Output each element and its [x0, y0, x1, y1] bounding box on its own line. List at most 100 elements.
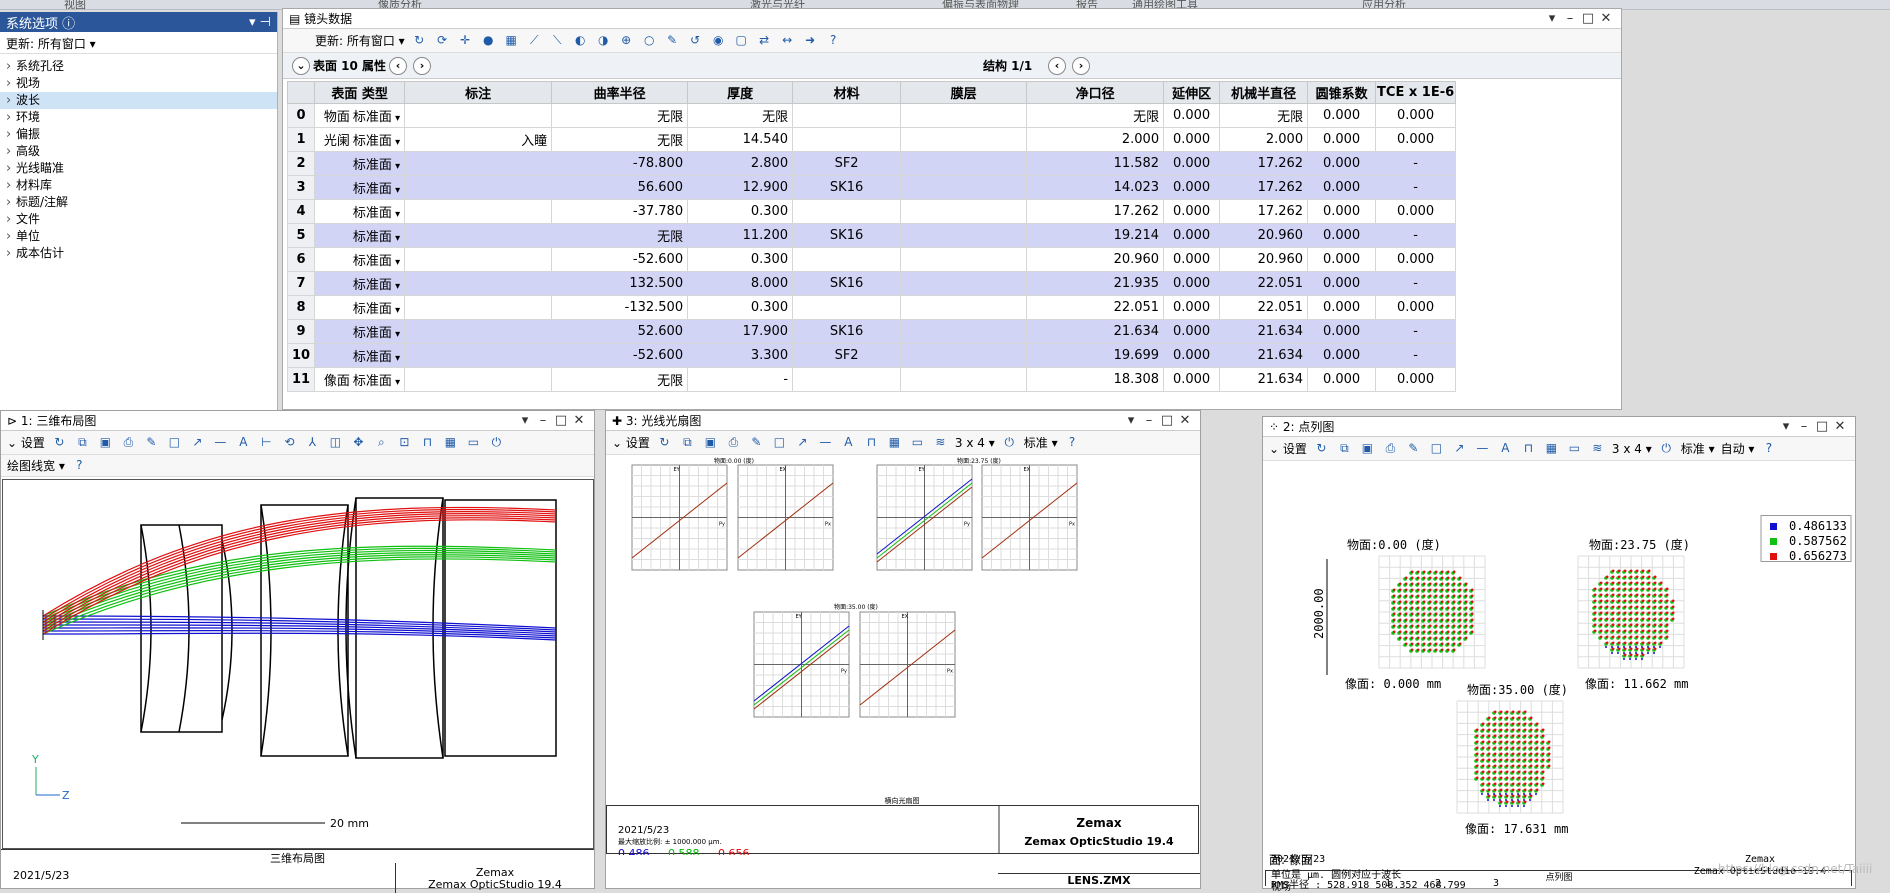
zoom-icon[interactable]: ⌕: [373, 434, 390, 451]
tree-item[interactable]: 系统孔径: [0, 58, 277, 75]
dropdown-icon[interactable]: ▾: [1122, 413, 1140, 428]
surface-type[interactable]: 标准面: [353, 158, 392, 173]
cell-tce[interactable]: -: [1375, 271, 1457, 296]
window-icon[interactable]: ▭: [465, 434, 482, 451]
chevron-down-icon[interactable]: ▾: [392, 185, 400, 196]
cell-mech[interactable]: 20.960: [1219, 247, 1309, 272]
cell-conic[interactable]: 0.000: [1307, 343, 1377, 368]
rectangle-icon[interactable]: □: [166, 434, 183, 451]
cell-mech[interactable]: 无限: [1219, 103, 1309, 128]
cell-tce[interactable]: -: [1375, 319, 1457, 344]
cell-ext[interactable]: 0.000: [1163, 175, 1221, 200]
text-icon[interactable]: A: [235, 434, 252, 451]
lens-row[interactable]: 7 标准面 ▾ 132.500 8.000 SK16 21.935 0.000 22.051 0…: [286, 271, 1457, 296]
cell-clear[interactable]: 14.023: [1026, 175, 1165, 200]
grid-icon[interactable]: ▦: [1543, 440, 1560, 457]
cell-surface-type[interactable]: 光阑 标准面 ▾: [314, 127, 406, 152]
cell-ext[interactable]: 0.000: [1163, 199, 1221, 224]
lens-row[interactable]: 9 标准面 ▾ 52.600 17.900 SK16 21.634 0.000 21.634 0…: [286, 319, 1457, 344]
cell-coat[interactable]: [900, 247, 1028, 272]
chevron-down-icon[interactable]: ▾: [392, 329, 400, 340]
grid-icon[interactable]: ▦: [886, 434, 903, 451]
cell-note[interactable]: [404, 247, 553, 272]
cell-clear[interactable]: 20.960: [1026, 247, 1165, 272]
minimize-icon[interactable]: –: [1140, 413, 1158, 428]
help-icon[interactable]: ⓘ: [62, 17, 75, 32]
crosshair-icon[interactable]: ✛: [457, 32, 474, 49]
cell-clear[interactable]: 19.214: [1026, 223, 1165, 248]
tree-item[interactable]: 高级: [0, 143, 277, 160]
cell-conic[interactable]: 0.000: [1307, 199, 1377, 224]
cell-surface-type[interactable]: 标准面 ▾: [314, 247, 406, 272]
cell-coat[interactable]: [900, 271, 1028, 296]
cell-clear[interactable]: 19.699: [1026, 343, 1165, 368]
cell-conic[interactable]: 0.000: [1307, 151, 1377, 176]
close-icon[interactable]: ✕: [1597, 11, 1615, 26]
move-icon[interactable]: ✥: [350, 434, 367, 451]
print-icon[interactable]: ⎙: [120, 434, 137, 451]
view-icon[interactable]: ◫: [327, 434, 344, 451]
cell-ext[interactable]: 0.000: [1163, 151, 1221, 176]
layers-icon[interactable]: ≋: [1589, 440, 1606, 457]
cell-mat[interactable]: SK16: [792, 175, 902, 200]
cell-thick[interactable]: 0.300: [687, 199, 794, 224]
line-icon[interactable]: —: [212, 434, 229, 451]
maximize-icon[interactable]: □: [1158, 413, 1176, 428]
cell-thick[interactable]: 17.900: [687, 319, 794, 344]
cell-radius[interactable]: -78.800: [551, 151, 689, 176]
cell-mech[interactable]: 22.051: [1219, 271, 1309, 296]
cell-clear[interactable]: 11.582: [1026, 151, 1165, 176]
cell-radius[interactable]: -52.600: [551, 247, 689, 272]
cell-surface-type[interactable]: 标准面 ▾: [314, 223, 406, 248]
close-icon[interactable]: ✕: [1831, 419, 1849, 434]
cell-coat[interactable]: [900, 151, 1028, 176]
chevron-down-icon[interactable]: ▾: [392, 257, 400, 268]
chevron-down-icon[interactable]: ▾: [392, 353, 400, 364]
arrow-right-icon[interactable]: ➜: [802, 32, 819, 49]
cell-radius[interactable]: 无限: [551, 367, 689, 392]
tree-item[interactable]: 视场: [0, 75, 277, 92]
cell-surface-type[interactable]: 标准面 ▾: [314, 343, 406, 368]
surface-type[interactable]: 标准面: [353, 182, 392, 197]
cell-coat[interactable]: [900, 223, 1028, 248]
cell-mat[interactable]: SK16: [792, 319, 902, 344]
cell-radius[interactable]: 无限: [551, 223, 689, 248]
chevron-down-icon[interactable]: ▾: [392, 281, 400, 292]
lens-icon[interactable]: ◐: [572, 32, 589, 49]
arrow-icon[interactable]: ↗: [189, 434, 206, 451]
line-icon[interactable]: —: [1474, 440, 1491, 457]
cell-radius[interactable]: -52.600: [551, 343, 689, 368]
cell-coat[interactable]: [900, 127, 1028, 152]
maximize-icon[interactable]: □: [552, 413, 570, 428]
lock-icon[interactable]: ⊓: [863, 434, 880, 451]
dropdown-icon[interactable]: ▾: [249, 15, 256, 30]
refresh-icon[interactable]: ↻: [51, 434, 68, 451]
refresh-all-icon[interactable]: ⟳: [434, 32, 451, 49]
grid-dropdown[interactable]: 3 x 4 ▾: [955, 436, 995, 450]
cell-radius[interactable]: 52.600: [551, 319, 689, 344]
lens-row[interactable]: 10 标准面 ▾ -52.600 3.300 SF2 19.699 0.000 21.634 0…: [286, 343, 1457, 368]
chevron-down-icon[interactable]: ▾: [392, 161, 400, 172]
save-icon[interactable]: ▣: [1359, 440, 1376, 457]
lens-row[interactable]: 2 标准面 ▾ -78.800 2.800 SF2 11.582 0.000 17.262 0.…: [286, 151, 1457, 176]
cell-conic[interactable]: 0.000: [1307, 103, 1377, 128]
cell-note[interactable]: [404, 199, 553, 224]
cell-tce[interactable]: -: [1375, 175, 1457, 200]
std-dropdown[interactable]: 标准 ▾: [1681, 440, 1715, 457]
tree-item[interactable]: 光线瞄准: [0, 160, 277, 177]
cell-note[interactable]: [404, 271, 553, 296]
copy-icon[interactable]: ⧉: [679, 434, 696, 451]
cell-mat[interactable]: [792, 247, 902, 272]
tree-item[interactable]: 材料库: [0, 177, 277, 194]
cell-thick[interactable]: 8.000: [687, 271, 794, 296]
surface-type[interactable]: 标准面: [353, 302, 392, 317]
help-icon[interactable]: ?: [71, 457, 88, 474]
cell-mech[interactable]: 21.634: [1219, 343, 1309, 368]
print-icon[interactable]: ⎙: [1382, 440, 1399, 457]
cell-mech[interactable]: 21.634: [1219, 367, 1309, 392]
cell-mat[interactable]: SF2: [792, 343, 902, 368]
prev-config-button[interactable]: ‹: [1048, 56, 1066, 75]
minimize-icon[interactable]: –: [1561, 11, 1579, 26]
cell-conic[interactable]: 0.000: [1307, 319, 1377, 344]
cell-surface-type[interactable]: 像面 标准面 ▾: [314, 367, 406, 392]
